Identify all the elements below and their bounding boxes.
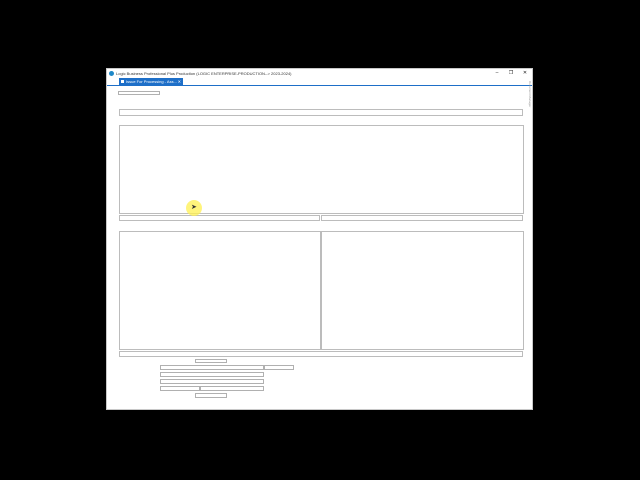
form-field-6[interactable] [160,386,200,391]
tab-close-icon[interactable]: ✕ [178,78,181,85]
main-grid[interactable] [119,125,524,214]
minimize-button[interactable]: – [494,70,500,76]
left-header-bar[interactable] [119,215,320,221]
bottom-bar[interactable] [119,351,523,357]
form-field-5[interactable] [160,379,264,384]
app-window: Logic Business Professional Plus Product… [106,68,533,410]
filter-input[interactable] [119,109,523,116]
tab-label: Issue For Processing - Ass... [126,79,177,84]
form-field-8[interactable] [195,393,227,398]
small-field[interactable] [118,91,160,95]
close-button[interactable]: ✕ [522,70,528,76]
form-field-2[interactable] [160,365,264,370]
app-icon [109,71,114,76]
maximize-button[interactable]: ❐ [508,70,514,76]
form-field-4[interactable] [160,372,264,377]
window-title: Logic Business Professional Plus Product… [116,71,292,76]
title-bar: Logic Business Professional Plus Product… [107,69,532,78]
window-controls: – ❐ ✕ [494,70,528,76]
mouse-pointer-icon: ➤ [191,204,197,211]
form-field-7[interactable] [200,386,264,391]
side-panel-label[interactable]: Document Manager [524,81,532,121]
tab-strip: Issue For Processing - Ass... ✕ [107,78,532,86]
right-header-bar[interactable] [321,215,523,221]
left-detail-grid[interactable] [119,231,321,350]
right-detail-grid[interactable] [321,231,524,350]
tab-issue-for-processing[interactable]: Issue For Processing - Ass... ✕ [119,78,183,85]
tab-icon [121,80,124,83]
form-field-3[interactable] [264,365,294,370]
form-field-1[interactable] [195,359,227,363]
